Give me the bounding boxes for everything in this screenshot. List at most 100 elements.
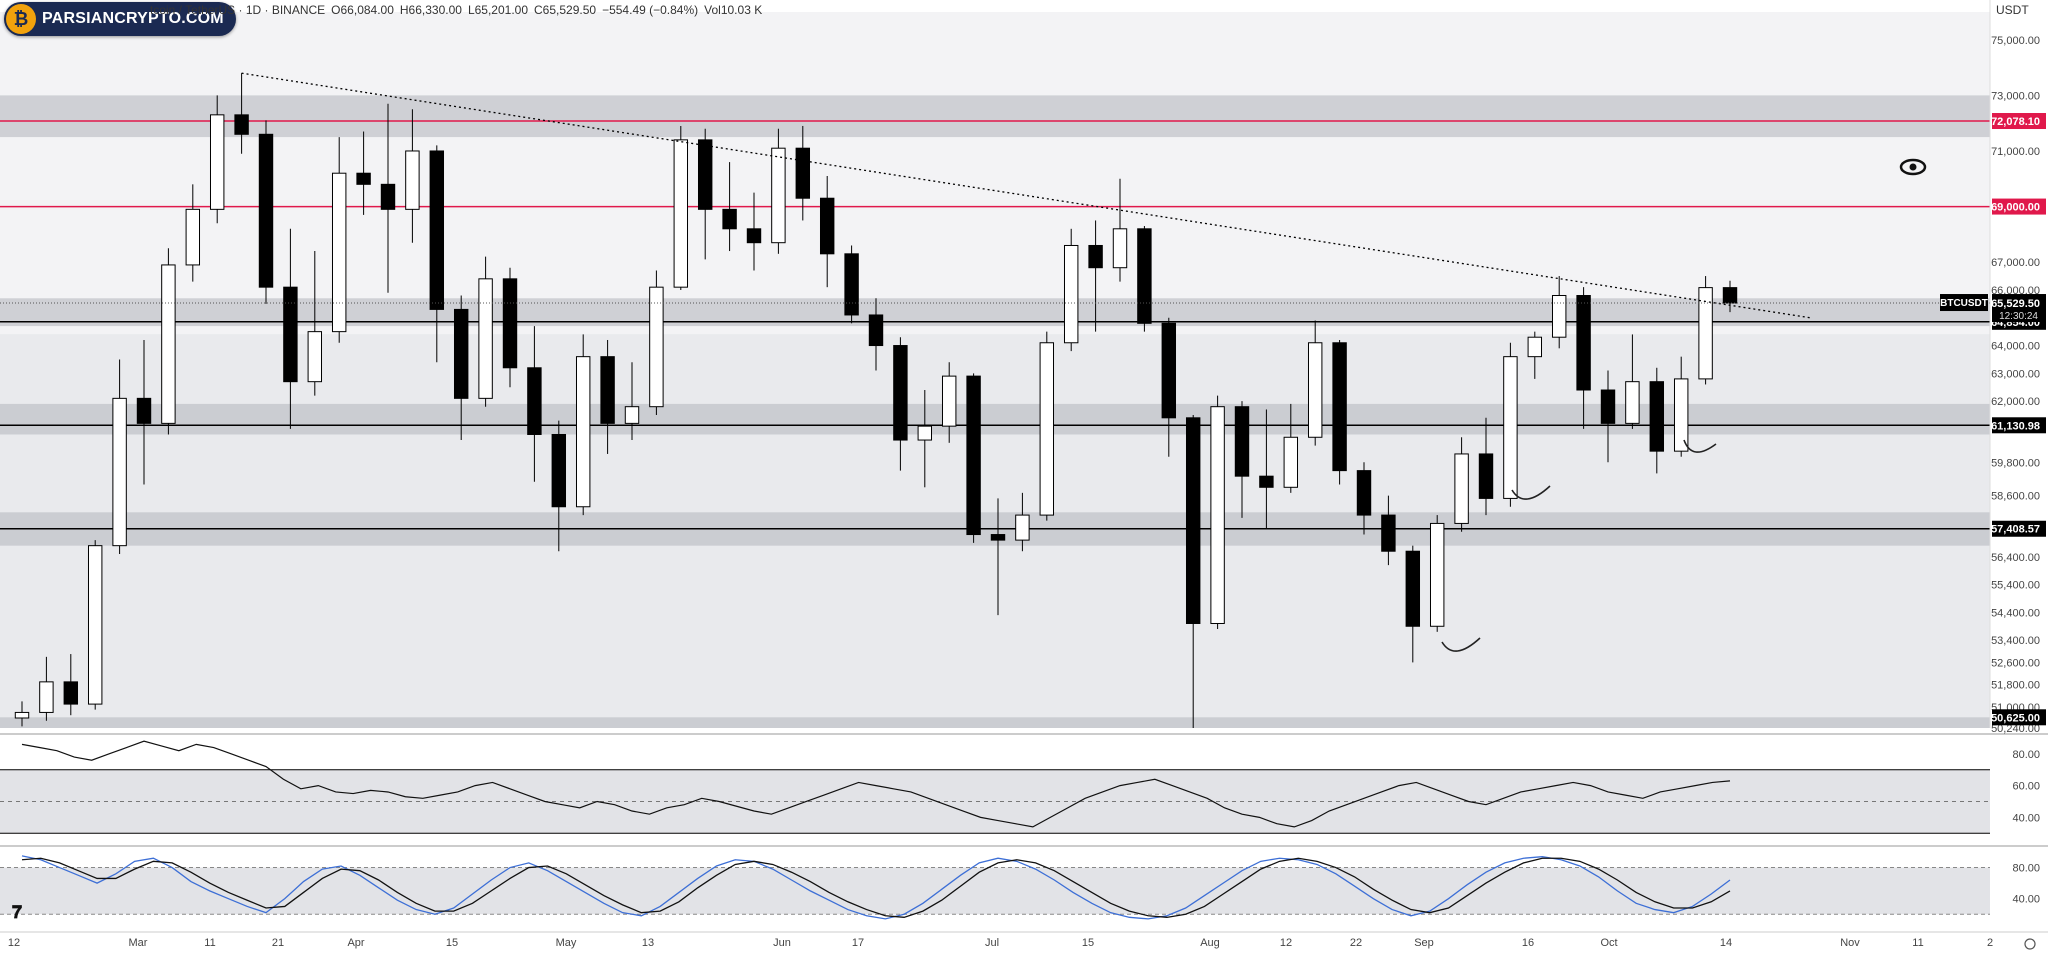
candle-body	[1283, 436, 1299, 488]
candle-body	[1356, 470, 1372, 516]
price-tick-label: 51,800.00	[1991, 680, 2040, 692]
candle-body	[1234, 406, 1250, 477]
candle-body	[624, 406, 640, 424]
candle-body	[185, 208, 201, 266]
price-tick-label: 52,600.00	[1991, 657, 2040, 669]
open-value: O66,084.00	[331, 3, 394, 17]
candle-body	[746, 228, 762, 244]
support-resistance-zone	[0, 95, 1990, 138]
time-tick-label: 16	[1522, 937, 1534, 949]
price-tick-label: 54,400.00	[1991, 607, 2040, 619]
candle-body	[575, 356, 591, 508]
close-value: C65,529.50	[534, 3, 597, 17]
price-level-label: 69,000.00	[1991, 202, 2040, 214]
currency-label[interactable]: USDT	[1996, 0, 2029, 20]
price-tick-label: 62,000.00	[1991, 396, 2040, 408]
time-tick-label: 12	[1280, 937, 1292, 949]
candle-body	[502, 278, 518, 369]
candle-body	[966, 375, 981, 536]
time-tick-label: Jun	[773, 937, 791, 949]
price-level-label: 57,408.57	[1991, 524, 2040, 536]
bitcoin-logo-icon: ₿	[6, 4, 36, 34]
time-tick-label: 21	[272, 937, 284, 949]
price-tick-label: 59,800.00	[1991, 457, 2040, 469]
price-tick-label: 56,400.00	[1991, 552, 2040, 564]
candle-body	[1332, 342, 1347, 472]
time-tick-label: Sep	[1414, 937, 1434, 949]
time-tick-label: 14	[1720, 937, 1732, 949]
high-value: H66,330.00	[399, 3, 462, 17]
candle-body	[917, 425, 933, 441]
candle-body	[1722, 287, 1738, 304]
candle-body	[39, 681, 54, 713]
candle-body	[551, 433, 567, 508]
price-tick-label: 73,000.00	[1991, 90, 2040, 102]
candle-body	[63, 681, 79, 705]
candle-body	[1088, 244, 1103, 269]
candle-body	[356, 172, 371, 185]
time-tick-label: 11	[1912, 937, 1923, 949]
candle-body	[1063, 244, 1079, 344]
symbol-badge-label: BTCUSDT	[1940, 298, 1988, 309]
price-tick-label: 71,000.00	[1991, 146, 2040, 158]
low-value: L65,201.00	[467, 3, 529, 17]
rsi-tick-label: 80.00	[2012, 749, 2040, 761]
candle-body	[453, 308, 469, 399]
currency-text: USDT	[1996, 3, 2029, 17]
candle-body	[87, 545, 103, 705]
current-price-label: 65,529.50	[1991, 298, 2040, 310]
candle-body	[258, 133, 274, 288]
time-tick-label: Aug	[1200, 937, 1220, 949]
price-tick-label: 53,400.00	[1991, 635, 2040, 647]
countdown-label: 12:30:24	[1999, 311, 2038, 322]
candle-body	[819, 197, 835, 255]
candle-body	[1527, 336, 1543, 358]
candle-body	[331, 172, 347, 333]
candle-body	[1503, 356, 1518, 499]
candle-body	[941, 375, 957, 427]
trading-chart[interactable]: 75,000.0073,000.0071,000.0067,000.0066,0…	[0, 0, 2048, 953]
candle-body	[1161, 322, 1177, 419]
time-tick-label: 22	[1350, 937, 1362, 949]
time-tick-label: 11	[204, 937, 215, 949]
candle-body	[600, 356, 615, 424]
candle-body	[1039, 342, 1055, 516]
candle-body	[209, 114, 225, 210]
ohlc-header: tcoin / TetherUS · 1D · BINANCE O66,084.…	[150, 0, 762, 20]
candle-body	[990, 534, 1006, 541]
volume-value: Vol10.03 K	[704, 3, 763, 17]
price-tick-label: 63,000.00	[1991, 368, 2040, 380]
time-tick-label: 2	[1987, 937, 1993, 949]
candle-body	[527, 367, 542, 435]
candle-body	[673, 139, 689, 288]
time-tick-label: 15	[1082, 937, 1094, 949]
candle-body	[868, 314, 884, 347]
candle-body	[1405, 550, 1421, 627]
candle-body	[1551, 295, 1567, 338]
candle-body	[1454, 453, 1469, 524]
candle-body	[1478, 453, 1494, 499]
candle-body	[1625, 381, 1640, 424]
stoch-tick-label: 80.00	[2012, 863, 2040, 875]
candle-body	[478, 278, 493, 399]
candle-body	[649, 286, 664, 408]
candle-body	[405, 150, 420, 210]
price-tick-label: 64,000.00	[1991, 341, 2040, 353]
candle-body	[722, 208, 737, 230]
price-tick-label: 75,000.00	[1991, 35, 2040, 47]
price-level-label: 50,625.00	[1991, 712, 2040, 724]
candle-body	[112, 397, 127, 547]
price-level-label: 72,078.10	[1991, 116, 2040, 128]
candle-body	[380, 183, 396, 210]
candle-body	[1210, 406, 1225, 624]
time-tick-label: Nov	[1840, 937, 1860, 949]
candle-body	[1429, 522, 1445, 627]
rsi-tick-label: 60.00	[2012, 781, 2040, 793]
candle-body	[161, 264, 176, 424]
time-tick-label: 13	[642, 937, 654, 949]
candle-body	[1381, 514, 1396, 552]
candle-body	[795, 147, 811, 199]
candle-body	[844, 253, 859, 316]
symbol-label[interactable]: tcoin / TetherUS · 1D · BINANCE	[150, 3, 325, 17]
candle-body	[307, 331, 323, 383]
